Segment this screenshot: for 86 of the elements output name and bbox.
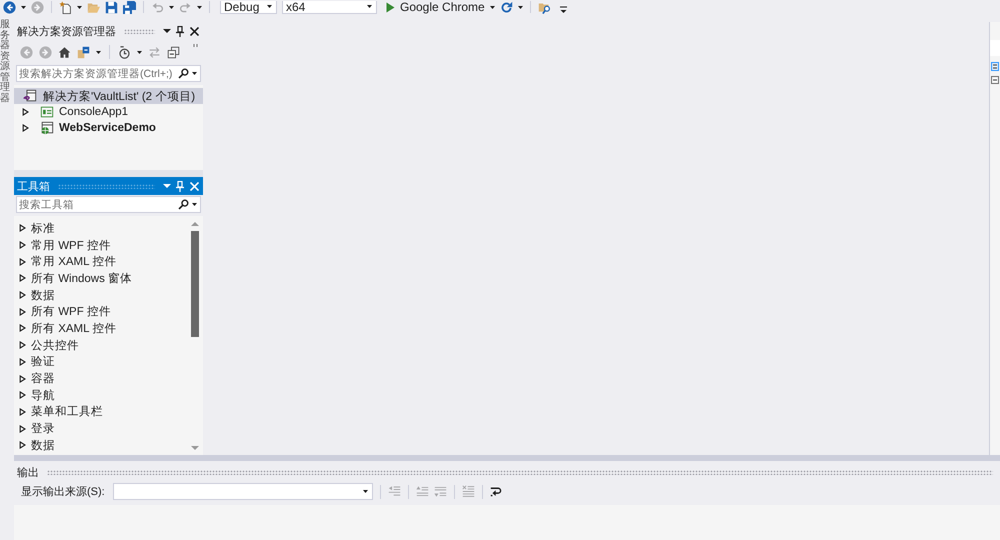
sync-document-icon[interactable] bbox=[77, 46, 90, 58]
home-icon[interactable] bbox=[58, 46, 71, 58]
search-input[interactable]: 搜索工具箱 bbox=[17, 198, 175, 212]
run-button[interactable]: Google Chrome bbox=[386, 0, 495, 14]
title-grip bbox=[124, 28, 155, 34]
new-file-icon[interactable] bbox=[59, 0, 72, 14]
caret-down-icon[interactable] bbox=[96, 50, 101, 54]
search-field[interactable]: 搜索解决方案资源管理器(Ctrl+;) bbox=[16, 65, 201, 82]
toolbox-group[interactable]: 容器 bbox=[14, 370, 190, 387]
search-input[interactable]: 搜索解决方案资源管理器(Ctrl+;) bbox=[17, 66, 175, 80]
toolbox-group[interactable]: 导航 bbox=[14, 386, 190, 404]
expand-arrow-icon[interactable] bbox=[19, 424, 26, 433]
close-icon[interactable] bbox=[190, 26, 199, 36]
side-tab[interactable]: 服务器资源管理器 bbox=[0, 20, 10, 104]
toolbox-group[interactable]: 数据 bbox=[14, 286, 190, 304]
expand-arrow-icon[interactable] bbox=[19, 391, 26, 400]
clock-icon[interactable] bbox=[118, 46, 131, 58]
caret-down-icon[interactable] bbox=[267, 5, 272, 8]
word-wrap-icon[interactable] bbox=[490, 485, 503, 498]
expand-arrow-icon[interactable] bbox=[19, 241, 26, 250]
toolbox-group[interactable]: 数据 bbox=[14, 436, 190, 454]
grid-view-icon[interactable] bbox=[991, 62, 999, 71]
overflow-icon[interactable] bbox=[560, 6, 567, 14]
toolbox-group[interactable]: 常用 WPF 控件 bbox=[14, 236, 190, 254]
expand-arrow-icon[interactable] bbox=[19, 408, 26, 416]
expand-arrow-icon[interactable] bbox=[19, 324, 26, 332]
toolbox-group[interactable]: 常用 XAML 控件 bbox=[14, 253, 190, 270]
search-icon[interactable] bbox=[178, 68, 189, 79]
folder-search-icon[interactable] bbox=[538, 0, 551, 14]
expand-arrow-icon[interactable] bbox=[22, 124, 29, 132]
toolbox-group[interactable]: 标准 bbox=[14, 220, 190, 237]
caret-down-icon[interactable] bbox=[367, 5, 372, 8]
arrow-left-icon[interactable] bbox=[3, 0, 16, 14]
caret-down-icon[interactable] bbox=[77, 6, 82, 8]
caret-down-icon[interactable] bbox=[169, 6, 174, 8]
caret-down-icon[interactable] bbox=[490, 6, 495, 8]
caret-down-icon[interactable] bbox=[197, 6, 202, 8]
platform-dropdown[interactable]: x64 bbox=[282, 0, 377, 14]
save-icon[interactable] bbox=[105, 0, 118, 14]
expand-arrow-icon[interactable] bbox=[19, 308, 26, 316]
collapse-box-icon[interactable] bbox=[991, 76, 999, 84]
caret-down-icon[interactable] bbox=[21, 6, 26, 8]
toolbox-group[interactable]: 所有 Windows 窗体 bbox=[14, 270, 190, 287]
play-icon bbox=[386, 2, 395, 12]
caret-down-icon[interactable] bbox=[192, 203, 197, 206]
caret-down-icon[interactable] bbox=[137, 50, 142, 54]
expand-arrow-icon[interactable] bbox=[19, 274, 26, 282]
expand-arrow-icon[interactable] bbox=[22, 108, 29, 116]
output-source-label: 显示输出来源(S): bbox=[21, 485, 105, 499]
expand-arrow-icon[interactable] bbox=[19, 441, 26, 450]
scrollbar-thumb[interactable] bbox=[191, 231, 199, 337]
toolbox-group[interactable]: 所有 WPF 控件 bbox=[14, 303, 190, 320]
expand-arrow-icon[interactable] bbox=[19, 358, 26, 366]
configuration-dropdown[interactable]: Debug bbox=[220, 0, 277, 14]
toolbox-group[interactable]: 验证 bbox=[14, 354, 190, 370]
pin-icon[interactable] bbox=[176, 26, 184, 36]
save-all-icon[interactable] bbox=[123, 0, 136, 14]
panel-title: 输出 bbox=[17, 466, 39, 480]
web-project-icon bbox=[40, 121, 54, 135]
solution-icon bbox=[23, 89, 37, 103]
collapse-all-icon[interactable] bbox=[167, 46, 180, 58]
caret-down-icon[interactable] bbox=[518, 6, 523, 8]
tree-item[interactable]: 解决方案'VaultList' (2 个项目) bbox=[14, 88, 203, 104]
expand-arrow-icon[interactable] bbox=[19, 341, 26, 350]
toolbox-group[interactable]: 所有 XAML 控件 bbox=[14, 320, 190, 337]
toolbox-group[interactable]: 菜单和工具栏 bbox=[14, 404, 190, 420]
expand-arrow-icon[interactable] bbox=[19, 374, 26, 383]
project-icon bbox=[40, 105, 54, 119]
expand-arrow-icon[interactable] bbox=[19, 224, 26, 232]
search-icon[interactable] bbox=[178, 199, 189, 210]
tree-item[interactable]: WebServiceDemo bbox=[14, 120, 203, 136]
scroll-up-icon[interactable] bbox=[191, 222, 199, 226]
caret-down-icon[interactable] bbox=[163, 29, 171, 33]
expand-arrow-icon[interactable] bbox=[19, 291, 26, 300]
toolbox-group[interactable]: 公共控件 bbox=[14, 336, 190, 354]
object-selector-field[interactable] bbox=[990, 40, 1000, 56]
toolbox-group[interactable]: 登录 bbox=[14, 420, 190, 437]
caret-down-icon[interactable] bbox=[192, 72, 197, 75]
search-field[interactable]: 搜索工具箱 bbox=[16, 196, 201, 213]
tree-item[interactable]: ConsoleApp1 bbox=[14, 104, 203, 120]
panel-title: 解决方案资源管理器 bbox=[17, 24, 116, 38]
panel-title: 工具箱 bbox=[17, 180, 50, 194]
scroll-down-icon[interactable] bbox=[191, 446, 199, 450]
refresh-icon[interactable] bbox=[500, 0, 513, 14]
expand-arrow-icon[interactable] bbox=[19, 258, 26, 266]
caret-down-icon[interactable] bbox=[362, 490, 368, 493]
